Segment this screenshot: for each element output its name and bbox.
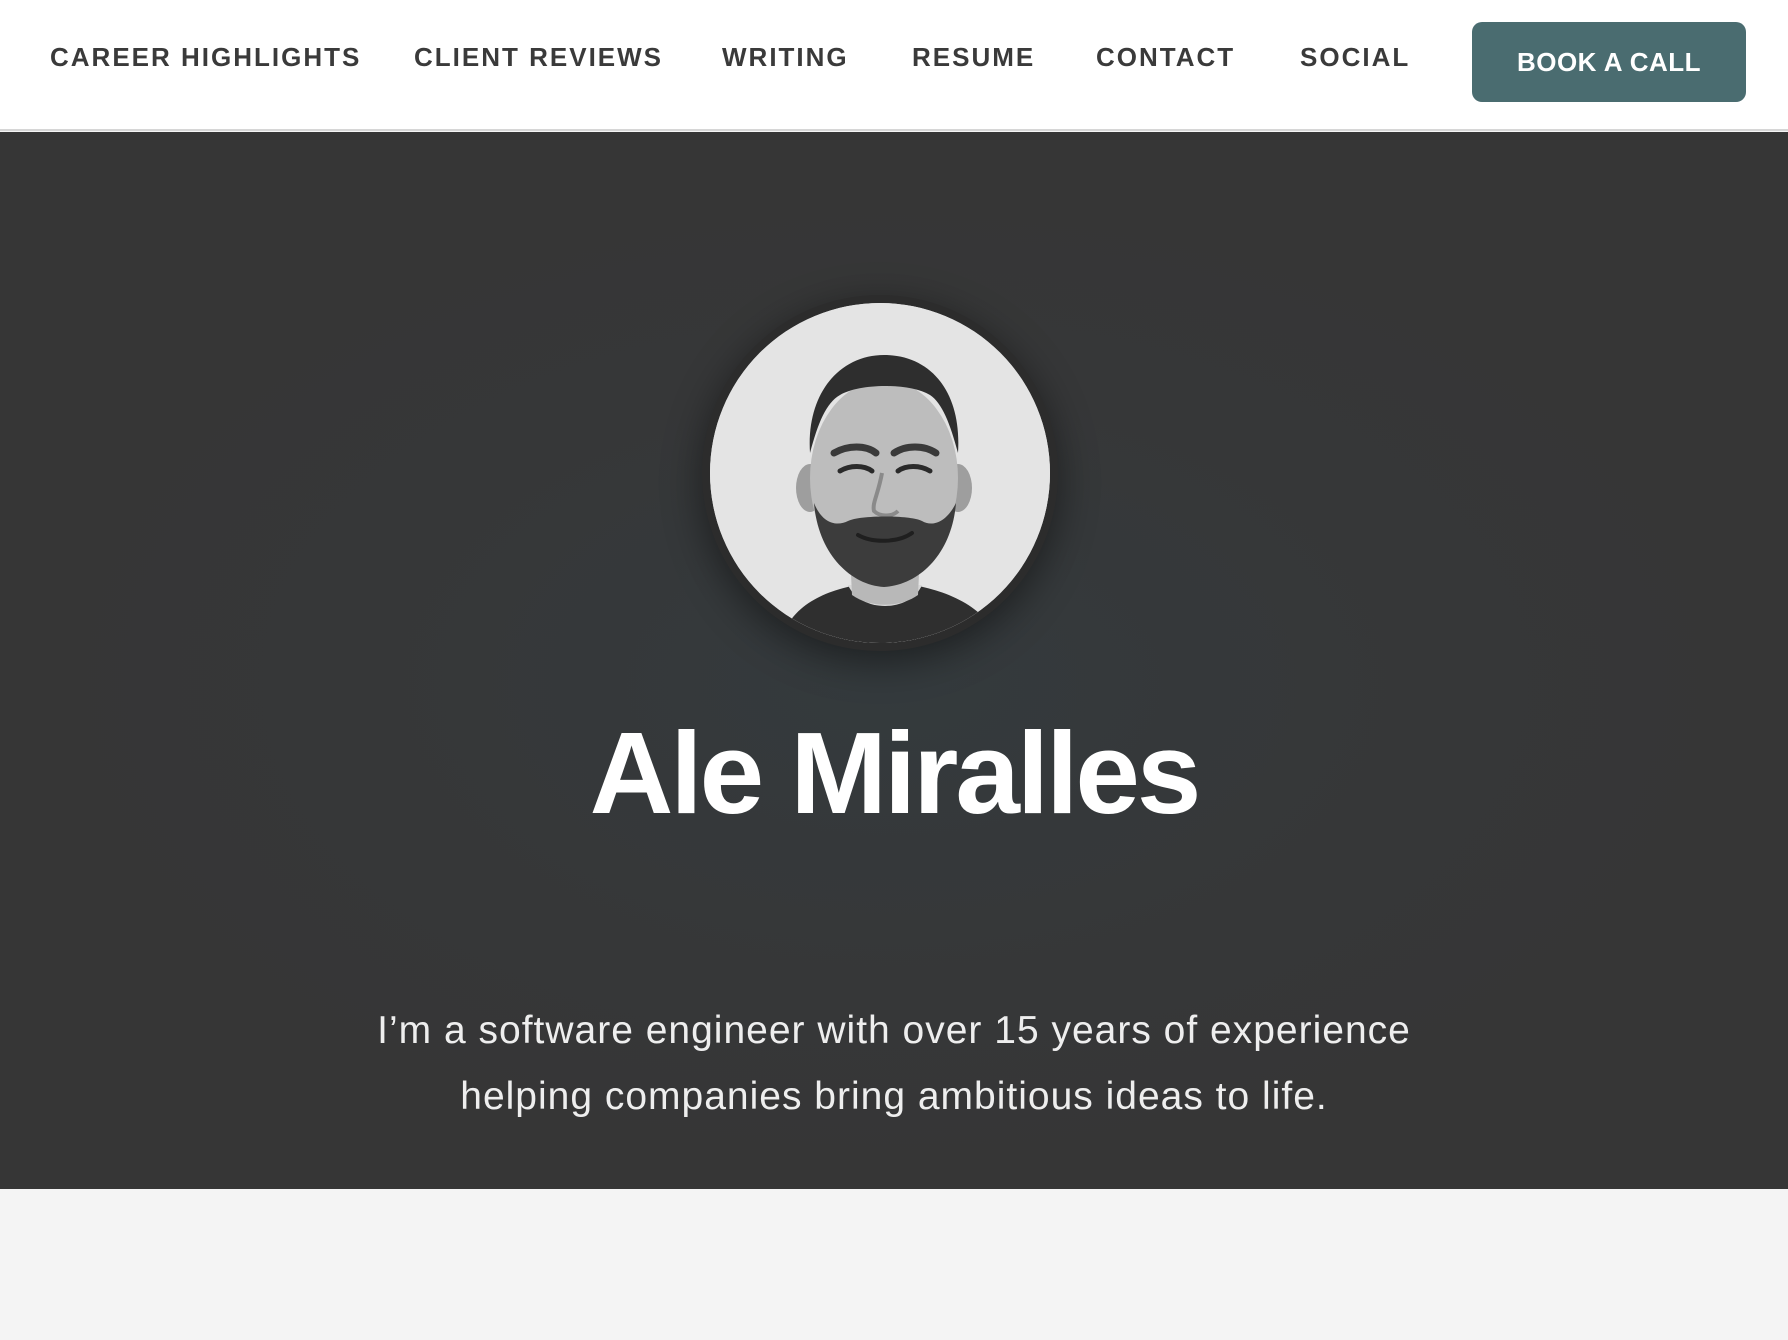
top-navbar: CAREER HIGHLIGHTS CLIENT REVIEWS WRITING… <box>0 0 1788 131</box>
hero-tagline: I’m a software engineer with over 15 yea… <box>344 998 1444 1130</box>
avatar <box>710 303 1050 643</box>
avatar-frame <box>702 295 1058 651</box>
hero-tagline-line-2: helping companies bring ambitious ideas … <box>460 1075 1328 1118</box>
nav-link-social[interactable]: SOCIAL <box>1300 42 1410 73</box>
nav-link-client-reviews[interactable]: CLIENT REVIEWS <box>414 42 663 73</box>
nav-link-resume[interactable]: RESUME <box>912 42 1035 73</box>
book-a-call-button[interactable]: BOOK A CALL <box>1472 22 1746 102</box>
hero-section: Ale Miralles I’m a software engineer wit… <box>0 132 1788 1189</box>
hero-name: Ale Miralles <box>589 708 1202 838</box>
nav-link-career-highlights[interactable]: CAREER HIGHLIGHTS <box>50 42 361 73</box>
nav-link-writing[interactable]: WRITING <box>722 42 849 73</box>
content-section <box>0 1189 1788 1340</box>
nav-link-contact[interactable]: CONTACT <box>1096 42 1235 73</box>
hero-tagline-line-1: I’m a software engineer with over 15 yea… <box>377 1009 1411 1052</box>
profile-photo-icon <box>710 303 1050 643</box>
